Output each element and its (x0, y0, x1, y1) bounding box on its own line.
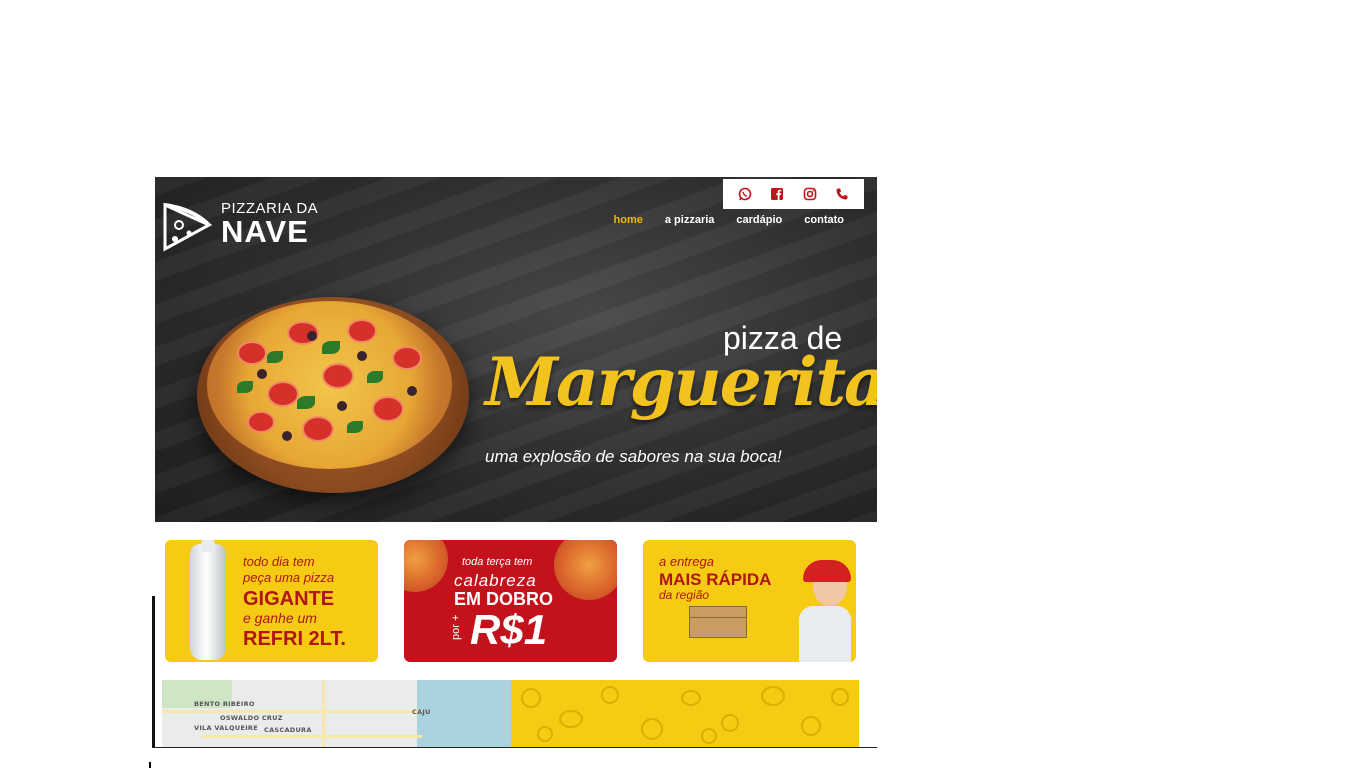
pizza-image (554, 540, 617, 600)
banner2-line2: calabreza (454, 571, 537, 590)
banner3-line2: MAIS RÁPIDA (659, 570, 772, 589)
nav-item-a-pizzaria[interactable]: a pizzaria (665, 214, 715, 226)
nav-item-home[interactable]: home (614, 214, 643, 226)
instagram-icon[interactable] (802, 186, 818, 202)
social-bar (723, 179, 864, 209)
banner3-line3: da região (659, 588, 710, 602)
hero-tagline: uma explosão de sabores na sua boca! (485, 447, 782, 466)
text-cursor (149, 762, 151, 768)
banner2-line4: por + (450, 614, 462, 640)
nav-item-contato[interactable]: contato (804, 214, 844, 226)
delivery-boy-cap (803, 560, 851, 582)
banner1-line4: e ganhe um (243, 610, 317, 626)
soda-bottle-image (190, 540, 226, 660)
map-label: CAJU (412, 708, 431, 716)
banner2-line1: toda terça tem (462, 556, 533, 568)
map-label: CASCADURA (264, 726, 312, 734)
map-label: BENTO RIBEIRO (194, 700, 255, 708)
banner1-line1: todo dia tem (243, 554, 315, 569)
divider-left (152, 596, 155, 748)
banner1-line3: GIGANTE (243, 588, 335, 610)
pizza-image (404, 540, 448, 592)
delivery-boy-image (799, 606, 851, 662)
banner1-line2: peça uma pizza (243, 570, 335, 585)
website-frame: PIZZARIA DA NAVE home a pizzaria cardápi… (155, 177, 877, 748)
main-nav: home a pizzaria cardápio contato (614, 214, 844, 226)
map-label: VILA VALQUEIRE (194, 724, 258, 732)
banner2-line5: R$1 (470, 606, 548, 653)
hero-headline: Marguerita (485, 343, 877, 421)
promo-banner-refri[interactable]: todo dia tem peça uma pizza GIGANTE e ga… (165, 540, 378, 662)
phone-icon[interactable] (834, 186, 850, 202)
food-pattern-panel (511, 680, 859, 748)
promo-banner-calabreza[interactable]: toda terça tem calabreza EM DOBRO por + … (404, 540, 617, 662)
banner3-line1: a entrega (659, 554, 714, 569)
logo-main-text: NAVE (221, 214, 309, 249)
pizza-boxes-image (689, 606, 747, 638)
hero-banner: PIZZARIA DA NAVE home a pizzaria cardápi… (155, 177, 877, 522)
logo[interactable]: PIZZARIA DA NAVE (157, 195, 327, 255)
whatsapp-icon[interactable] (737, 186, 753, 202)
banner1-line5: REFRI 2LT. (243, 628, 346, 650)
pizza-image (207, 301, 452, 469)
facebook-icon[interactable] (769, 186, 785, 202)
divider-bottom (152, 747, 877, 748)
location-map[interactable]: BENTO RIBEIRO OSWALDO CRUZ VILA VALQUEIR… (162, 680, 511, 748)
map-label: OSWALDO CRUZ (220, 714, 283, 722)
nav-item-cardapio[interactable]: cardápio (736, 214, 782, 226)
promo-banner-entrega[interactable]: a entrega MAIS RÁPIDA da região (643, 540, 856, 662)
pizza-slice-logo-icon (163, 202, 213, 252)
